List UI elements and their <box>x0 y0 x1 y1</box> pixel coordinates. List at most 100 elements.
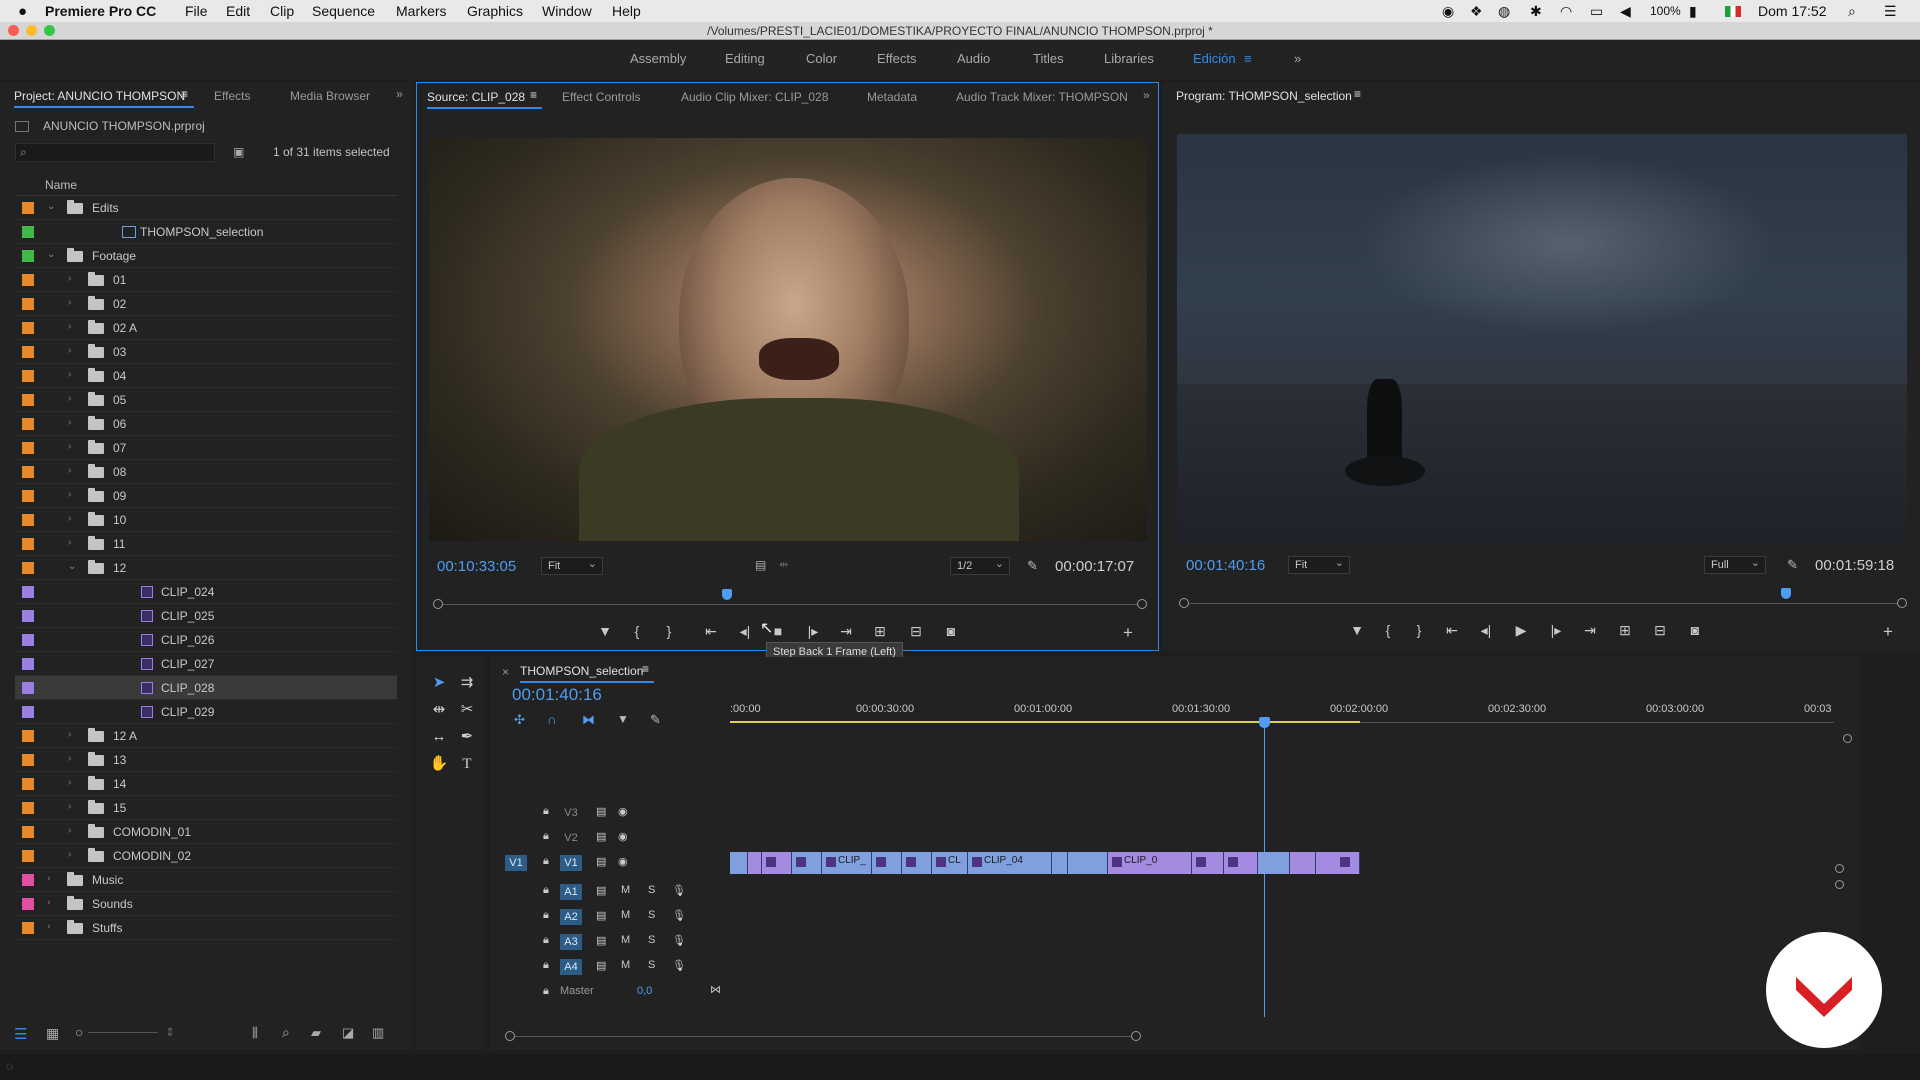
tab-project[interactable]: Project: ANUNCIO THOMPSON <box>14 89 185 103</box>
timeline-clip[interactable] <box>762 852 792 874</box>
mute-button[interactable]: M <box>621 884 630 896</box>
go-to-end-icon[interactable]: ⋈ <box>710 983 721 996</box>
add-marker-icon[interactable]: ▼ <box>594 623 616 639</box>
column-header[interactable]: Name <box>15 174 397 196</box>
project-item-row[interactable]: › 10 <box>15 508 397 532</box>
timeline-clip[interactable] <box>1290 852 1316 874</box>
selection-tool-icon[interactable]: ➤ <box>428 672 450 694</box>
lock-icon[interactable]: 🔒︎ <box>543 909 549 922</box>
program-playhead[interactable] <box>1781 588 1792 599</box>
menu-edit[interactable]: Edit <box>226 3 250 19</box>
v1-clip-strip[interactable]: CLIP_ CL CLIP_04 CLIP_0 <box>730 852 1360 874</box>
label-color-chip[interactable] <box>22 730 34 742</box>
chevron-right-icon[interactable]: › <box>68 729 71 740</box>
source-video-frame[interactable] <box>429 138 1147 541</box>
insert-icon[interactable]: ⊞ <box>869 623 891 640</box>
track-name-a3[interactable]: A3 <box>560 934 582 950</box>
project-item-row[interactable]: › COMODIN_01 <box>15 820 397 844</box>
sync-lock-icon[interactable]: ▤ <box>596 805 606 818</box>
solo-button[interactable]: S <box>648 909 655 921</box>
label-color-chip[interactable] <box>22 250 34 262</box>
step-forward-icon[interactable]: |▸ <box>1545 622 1567 639</box>
track-name-v2[interactable]: V2 <box>560 830 582 846</box>
trash-icon[interactable]: ▥ <box>372 1025 384 1041</box>
automate-to-sequence-icon[interactable]: ⫼ <box>252 1025 258 1041</box>
chevron-right-icon[interactable]: › <box>68 393 71 404</box>
chevron-right-icon[interactable]: › <box>68 465 71 476</box>
mute-button[interactable]: M <box>621 934 630 946</box>
program-resolution-select[interactable]: Full <box>1704 556 1766 574</box>
eye-icon[interactable]: ◉ <box>618 830 628 843</box>
project-item-row[interactable]: THOMPSON_selection <box>15 220 397 244</box>
program-zoom-end-handle[interactable] <box>1897 598 1907 608</box>
project-item-row[interactable]: › 03 <box>15 340 397 364</box>
label-color-chip[interactable] <box>22 346 34 358</box>
workspace-titles[interactable]: Titles <box>1033 51 1064 66</box>
sort-icon[interactable]: ⇕ <box>165 1025 175 1039</box>
flag-icon[interactable] <box>1725 6 1741 17</box>
label-color-chip[interactable] <box>22 874 34 886</box>
mark-out-icon[interactable]: } <box>1408 622 1430 638</box>
timeline-clip[interactable] <box>1068 852 1108 874</box>
project-item-row[interactable]: › 02 <box>15 292 397 316</box>
timeline-clip[interactable]: CLIP_04 <box>968 852 1052 874</box>
label-color-chip[interactable] <box>22 802 34 814</box>
drag-video-icon[interactable]: ⇹ <box>779 558 788 571</box>
timeline-clip[interactable] <box>1224 852 1258 874</box>
source-timecode[interactable]: 00:10:33:05 <box>437 558 516 575</box>
chevron-right-icon[interactable]: › <box>68 345 71 356</box>
label-color-chip[interactable] <box>22 466 34 478</box>
project-item-row[interactable]: ⌄ 12 <box>15 556 397 580</box>
project-item-row[interactable]: › 13 <box>15 748 397 772</box>
timeline-clip[interactable] <box>792 852 822 874</box>
program-title[interactable]: Program: THOMPSON_selection <box>1176 89 1352 103</box>
track-name-v1[interactable]: V1 <box>560 855 582 871</box>
step-back-icon[interactable]: ◂| <box>734 623 756 640</box>
add-marker-icon[interactable]: ▼ <box>1346 622 1368 638</box>
track-name-a1[interactable]: A1 <box>560 884 582 900</box>
nest-toggle-icon[interactable]: ✣ <box>514 712 525 728</box>
track-master[interactable]: 🔒︎ Master 0,0 ⋈ <box>505 981 1835 1005</box>
overwrite-icon[interactable]: ⊟ <box>905 623 927 640</box>
timeline-clip[interactable] <box>1052 852 1068 874</box>
battery-icon[interactable]: ▮ <box>1689 3 1697 20</box>
track-select-tool-icon[interactable]: ⇉ <box>456 672 478 694</box>
tab-sequence[interactable]: THOMPSON_selection <box>520 664 643 678</box>
sync-lock-icon[interactable]: ▤ <box>596 830 606 843</box>
chevron-down-icon[interactable]: ⌄ <box>47 249 55 260</box>
new-item-icon[interactable]: ◪ <box>342 1025 354 1041</box>
workspace-effects[interactable]: Effects <box>877 51 917 66</box>
label-color-chip[interactable] <box>22 202 34 214</box>
project-item-row[interactable]: CLIP_028 <box>15 676 397 700</box>
airplay-icon[interactable]: ▭ <box>1590 3 1603 20</box>
list-view-icon[interactable]: ☰ <box>14 1025 27 1043</box>
timeline-clip[interactable] <box>1192 852 1224 874</box>
source-zoom-start-handle[interactable] <box>433 599 443 609</box>
source-settings-icon[interactable]: ✎ <box>1027 558 1038 574</box>
sync-lock-icon[interactable]: ▤ <box>596 934 606 947</box>
project-item-row[interactable]: CLIP_026 <box>15 628 397 652</box>
menu-sequence[interactable]: Sequence <box>312 3 375 19</box>
chevron-right-icon[interactable]: › <box>68 825 71 836</box>
menu-graphics[interactable]: Graphics <box>467 3 523 19</box>
type-tool-icon[interactable]: T <box>456 753 478 775</box>
chevron-right-icon[interactable]: › <box>47 873 50 884</box>
timeline-clip[interactable]: CLIP_ <box>822 852 872 874</box>
chevron-right-icon[interactable]: › <box>68 849 71 860</box>
microphone-icon[interactable]: 🎙︎ <box>672 909 686 922</box>
label-color-chip[interactable] <box>22 922 34 934</box>
go-to-in-icon[interactable]: ⇤ <box>700 623 722 640</box>
record-icon[interactable]: ◉ <box>1442 3 1454 20</box>
mark-in-icon[interactable]: { <box>1377 622 1399 638</box>
lift-icon[interactable]: ⊞ <box>1614 622 1636 639</box>
label-color-chip[interactable] <box>22 298 34 310</box>
project-item-row[interactable]: › 06 <box>15 412 397 436</box>
project-item-row[interactable]: › Music <box>15 868 397 892</box>
tab-effect-controls[interactable]: Effect Controls <box>562 90 640 104</box>
tab-metadata[interactable]: Metadata <box>867 90 917 104</box>
lock-icon[interactable]: 🔒︎ <box>543 884 549 897</box>
chevron-right-icon[interactable]: › <box>68 369 71 380</box>
tab-media-browser[interactable]: Media Browser <box>290 89 370 103</box>
program-menu-icon[interactable]: ≡ <box>1354 87 1361 101</box>
extract-icon[interactable]: ⊟ <box>1649 622 1671 639</box>
